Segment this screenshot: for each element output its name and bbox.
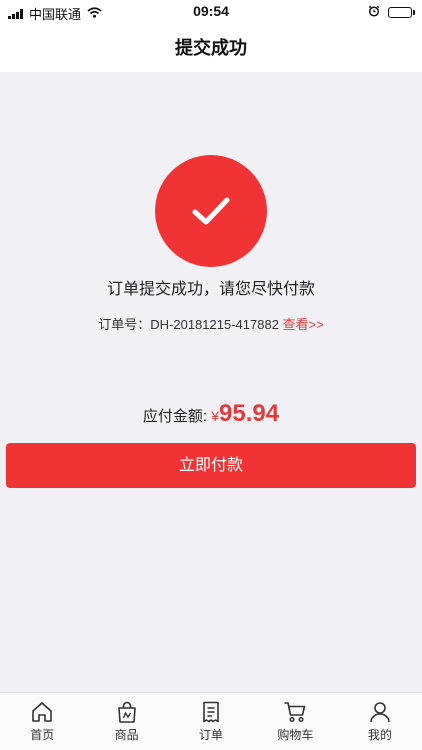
shopping-bag-icon — [117, 701, 136, 723]
cart-icon — [284, 702, 306, 723]
tab-bar: 首页 商品 订单 购物车 我的 — [0, 692, 422, 750]
amount-label: 应付金额: — [142, 408, 208, 425]
amount-value: 95.94 — [219, 400, 280, 427]
order-number-label: 订单号： — [98, 317, 151, 332]
status-right — [368, 5, 415, 20]
tab-profile[interactable]: 我的 — [338, 693, 422, 750]
main-content: 订单提交成功，请您尽快付款 订单号：DH-20181215-417882 查看>… — [0, 72, 422, 692]
battery-icon — [388, 7, 415, 18]
success-message: 订单提交成功，请您尽快付款 — [106, 281, 315, 298]
status-time: 09:54 — [193, 3, 229, 19]
tab-orders-label: 订单 — [199, 728, 224, 742]
order-list-icon — [203, 701, 219, 723]
tab-profile-label: 我的 — [367, 728, 392, 742]
tab-cart-label: 购物车 — [277, 728, 314, 742]
order-number-line: 订单号：DH-20181215-417882 查看>> — [0, 314, 422, 333]
tab-cart[interactable]: 购物车 — [253, 693, 337, 750]
page-title: 提交成功 — [0, 24, 422, 72]
tab-home-label: 首页 — [30, 728, 55, 742]
pay-now-button[interactable]: 立即付款 — [6, 443, 416, 488]
checkmark-icon — [192, 197, 230, 225]
view-order-link[interactable]: 查看>> — [283, 317, 324, 332]
tab-products[interactable]: 商品 — [84, 693, 168, 750]
tab-products-label: 商品 — [114, 728, 139, 742]
alarm-icon — [368, 5, 380, 20]
currency-symbol: ¥ — [211, 408, 220, 424]
home-icon — [32, 702, 53, 722]
tab-orders[interactable]: 订单 — [169, 693, 253, 750]
success-badge — [155, 155, 267, 267]
user-icon — [370, 702, 390, 723]
order-number-value: DH-20181215-417882 — [150, 317, 279, 332]
tab-home[interactable]: 首页 — [0, 693, 84, 750]
status-bar: 中国联通 09:54 — [0, 0, 422, 24]
amount-due: 应付金额: ¥95.94 — [0, 400, 422, 428]
